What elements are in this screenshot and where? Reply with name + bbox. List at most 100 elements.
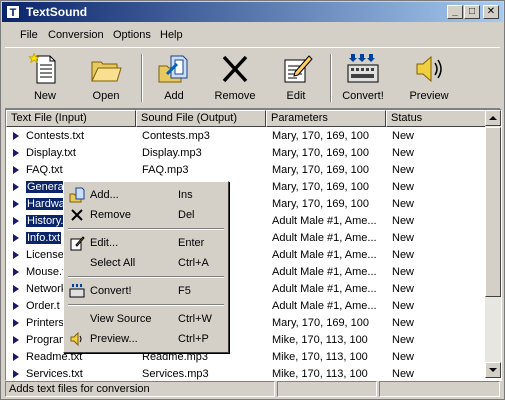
convert-label: Convert! <box>342 90 384 102</box>
column-header-output[interactable]: Sound File (Output) <box>136 110 266 127</box>
cell-input: Services.txt <box>26 366 136 380</box>
open-folder-icon <box>91 61 122 82</box>
close-button[interactable]: ✕ <box>483 5 499 19</box>
context-item-add[interactable]: Add... Ins <box>66 185 226 205</box>
menu-help[interactable]: Help <box>160 29 183 41</box>
remove-x-icon <box>69 207 85 223</box>
cell-text-params: Adult Male #1, Ame... <box>272 215 377 227</box>
cell-params: Mike, 170, 113, 100 <box>272 332 386 349</box>
cell-text-output: Contests.mp3 <box>142 130 210 142</box>
add-files-icon <box>158 55 188 83</box>
scroll-thumb[interactable] <box>485 127 501 297</box>
cell-params: Mary, 170, 169, 100 <box>272 196 386 213</box>
context-item-preview[interactable]: Preview... Ctrl+P <box>66 329 226 349</box>
new-button[interactable]: New <box>15 52 75 104</box>
cell-status: New <box>392 366 482 380</box>
menu-file[interactable]: File <box>20 29 38 41</box>
cell-text-status: New <box>392 300 415 312</box>
cell-text-status: New <box>392 198 415 210</box>
convert-button[interactable]: Convert! <box>333 52 393 104</box>
menu-conversion[interactable]: Conversion <box>48 29 104 41</box>
edit-icon <box>284 55 313 83</box>
row-arrow-icon <box>13 183 19 191</box>
cell-text-input: General <box>26 181 68 193</box>
cell-text-status: New <box>392 147 415 159</box>
row-arrow-icon <box>13 149 19 157</box>
cell-text-status: New <box>392 130 415 142</box>
row-arrow-icon <box>13 370 19 378</box>
table-row[interactable]: Contests.txt Contests.mp3 Mary, 170, 169, … <box>6 128 486 145</box>
table-row[interactable]: FAQ.txt FAQ.mp3 Mary, 170, 169, 100 New <box>6 162 486 179</box>
column-header-status[interactable]: Status <box>386 110 486 127</box>
cell-text-status: New <box>392 249 415 261</box>
row-arrow-icon <box>13 319 19 327</box>
row-arrow-icon <box>13 302 19 310</box>
cell-text-input: License. <box>26 249 67 261</box>
cell-text-status: New <box>392 232 415 244</box>
cell-status: New <box>392 128 482 145</box>
edit-icon <box>69 235 85 251</box>
table-row[interactable]: Display.txt Display.mp3 Mary, 170, 169, 10… <box>6 145 486 162</box>
context-item-label: Select All <box>90 257 136 269</box>
cell-text-status: New <box>392 181 415 193</box>
cell-params: Adult Male #1, Ame... <box>272 230 386 247</box>
cell-params: Adult Male #1, Ame... <box>272 213 386 230</box>
column-header-parameters[interactable]: Parameters <box>266 110 386 127</box>
toolbar: New Open Add Remove Edit Convert! Previe… <box>5 47 500 109</box>
cell-params: Adult Male #1, Ame... <box>272 298 386 315</box>
menu-separator <box>68 228 224 230</box>
context-item-view-source[interactable]: View Source Ctrl+W <box>66 309 226 329</box>
cell-status: New <box>392 315 482 332</box>
preview-label: Preview <box>409 90 449 102</box>
cell-text-output: Services.mp3 <box>142 368 209 380</box>
convert-icon <box>347 54 379 83</box>
arrow-down-icon <box>489 368 497 372</box>
cell-text-params: Mary, 170, 169, 100 <box>272 130 370 142</box>
column-header-input[interactable]: Text File (Input) <box>6 110 136 127</box>
cell-text-params: Mary, 170, 169, 100 <box>272 181 370 193</box>
vertical-scrollbar[interactable] <box>485 110 501 378</box>
cell-output: Services.mp3 <box>142 366 266 380</box>
minimize-button[interactable]: _ <box>447 5 463 19</box>
cell-status: New <box>392 213 482 230</box>
cell-status: New <box>392 247 482 264</box>
add-button[interactable]: Add <box>144 52 204 104</box>
cell-text-input: History. <box>26 215 65 227</box>
cell-text-input: Hardwa <box>26 198 66 210</box>
cell-text-input: Display.txt <box>26 147 76 159</box>
context-item-shortcut: Ctrl+W <box>178 313 212 325</box>
context-item-remove[interactable]: Remove Del <box>66 205 226 225</box>
status-panel-2 <box>277 381 377 397</box>
scroll-up-button[interactable] <box>485 110 501 126</box>
cell-status: New <box>392 196 482 213</box>
context-item-label: Edit... <box>90 237 119 249</box>
context-item-label: Preview... <box>90 333 138 345</box>
context-item-label: View Source <box>90 313 152 325</box>
edit-button[interactable]: Edit <box>266 52 326 104</box>
cell-status: New <box>392 298 482 315</box>
app-icon[interactable]: T <box>6 5 20 19</box>
cell-status: New <box>392 264 482 281</box>
open-button[interactable]: Open <box>76 52 136 104</box>
context-item-edit[interactable]: Edit... Enter <box>66 233 226 253</box>
menu-options[interactable]: Options <box>113 29 151 41</box>
maximize-button[interactable]: □ <box>464 5 480 19</box>
scroll-down-button[interactable] <box>485 362 501 378</box>
row-arrow-icon <box>13 217 19 225</box>
context-item-shortcut: F5 <box>178 285 191 297</box>
table-row[interactable]: Services.txt Services.mp3 Mike, 170, 113, … <box>6 366 486 380</box>
cell-text-output: Display.mp3 <box>142 147 202 159</box>
preview-button[interactable]: Preview <box>399 52 459 104</box>
remove-button[interactable]: Remove <box>205 52 265 104</box>
cell-text-status: New <box>392 351 415 363</box>
new-label: New <box>33 90 56 102</box>
cell-output: Contests.mp3 <box>142 128 266 145</box>
cell-text-input: Info.txt <box>26 232 62 244</box>
context-item-select-all[interactable]: Select All Ctrl+A <box>66 253 226 273</box>
cell-text-params: Adult Male #1, Ame... <box>272 300 377 312</box>
title-bar[interactable]: T TextSound _ □ ✕ <box>2 2 503 22</box>
context-item-convert[interactable]: Convert! F5 <box>66 281 226 301</box>
speaker-icon <box>416 55 442 83</box>
minimize-icon: _ <box>452 6 458 17</box>
cell-status: New <box>392 281 482 298</box>
